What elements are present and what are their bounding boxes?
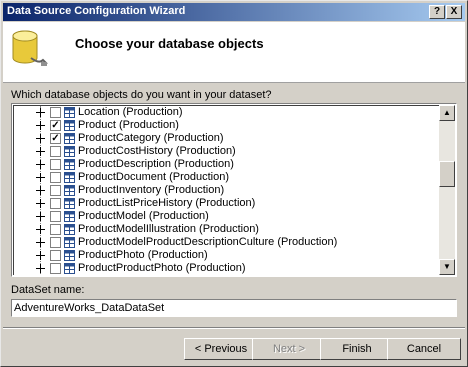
tree-row[interactable]: ProductInventory (Production): [14, 184, 440, 197]
table-icon: [64, 237, 75, 248]
tree-row[interactable]: ProductModelIllustration (Production): [14, 223, 440, 236]
row-checkbox[interactable]: [50, 185, 61, 196]
table-icon: [64, 107, 75, 118]
expand-icon[interactable]: [36, 134, 45, 143]
tree-row[interactable]: Location (Production): [14, 106, 440, 119]
window-title: Data Source Configuration Wizard: [7, 5, 186, 17]
next-button[interactable]: Next >: [252, 338, 326, 360]
objects-prompt: Which database objects do you want in yo…: [11, 89, 272, 101]
tree-item-label: ProductPhoto (Production): [78, 249, 208, 261]
tree-viewport: Location (Production) ✓ Product (Productio…: [13, 105, 440, 275]
help-button[interactable]: ?: [429, 5, 445, 19]
row-checkbox[interactable]: [50, 198, 61, 209]
database-objects-tree[interactable]: Location (Production) ✓ Product (Productio…: [11, 103, 457, 277]
tree-item-label: Location (Production): [78, 106, 183, 118]
table-icon: [64, 159, 75, 170]
expand-icon[interactable]: [36, 238, 45, 247]
expand-icon[interactable]: [36, 121, 45, 130]
expand-icon[interactable]: [36, 147, 45, 156]
table-icon: [64, 133, 75, 144]
tree-row[interactable]: ProductPhoto (Production): [14, 249, 440, 262]
row-checkbox[interactable]: [50, 250, 61, 261]
tree-item-label: Product (Production): [78, 119, 179, 131]
tree-row[interactable]: ✓ Product (Production): [14, 119, 440, 132]
table-icon: [64, 224, 75, 235]
tree-row[interactable]: ProductDescription (Production): [14, 158, 440, 171]
table-icon: [64, 198, 75, 209]
row-checkbox[interactable]: [50, 263, 61, 274]
expand-icon[interactable]: [36, 212, 45, 221]
tree-item-label: ProductModel (Production): [78, 210, 209, 222]
row-checkbox[interactable]: [50, 224, 61, 235]
tree-item-label: ProductListPriceHistory (Production): [78, 197, 256, 209]
wizard-window: Data Source Configuration Wizard ? X Cho…: [0, 0, 468, 367]
tree-row[interactable]: ProductProductPhoto (Production): [14, 262, 440, 275]
tree-item-label: ProductDocument (Production): [78, 171, 230, 183]
finish-button[interactable]: Finish: [320, 338, 394, 360]
page-heading: Choose your database objects: [75, 36, 264, 51]
dataset-name-input[interactable]: [11, 299, 457, 317]
tree-row[interactable]: ProductModel (Production): [14, 210, 440, 223]
table-icon: [64, 120, 75, 131]
tree-item-label: ProductCategory (Production): [78, 132, 224, 144]
tree-item-label: ProductCostHistory (Production): [78, 145, 236, 157]
table-icon: [64, 263, 75, 274]
tree-row[interactable]: ProductModelProductDescriptionCulture (P…: [14, 236, 440, 249]
expand-icon[interactable]: [36, 264, 45, 273]
expand-icon[interactable]: [36, 251, 45, 260]
row-checkbox[interactable]: [50, 237, 61, 248]
previous-button[interactable]: < Previous: [184, 338, 258, 360]
row-checkbox[interactable]: [50, 172, 61, 183]
wizard-header: Choose your database objects: [3, 22, 465, 83]
close-button[interactable]: X: [446, 5, 462, 19]
tree-item-label: ProductDescription (Production): [78, 158, 234, 170]
cancel-button[interactable]: Cancel: [387, 338, 461, 360]
dataset-name-label: DataSet name:: [11, 284, 85, 296]
table-icon: [64, 172, 75, 183]
footer-separator: [3, 327, 465, 329]
tree-row[interactable]: ProductListPriceHistory (Production): [14, 197, 440, 210]
database-icon: [12, 30, 48, 66]
row-checkbox[interactable]: [50, 146, 61, 157]
row-checkbox[interactable]: ✓: [50, 133, 61, 144]
row-checkbox[interactable]: ✓: [50, 120, 61, 131]
expand-icon[interactable]: [36, 186, 45, 195]
row-checkbox[interactable]: [50, 107, 61, 118]
tree-item-label: ProductModelProductDescriptionCulture (P…: [78, 236, 338, 248]
expand-icon[interactable]: [36, 173, 45, 182]
tree-row[interactable]: ProductCostHistory (Production): [14, 145, 440, 158]
tree-row[interactable]: ProductDocument (Production): [14, 171, 440, 184]
tree-item-label: ProductInventory (Production): [78, 184, 225, 196]
expand-icon[interactable]: [36, 108, 45, 117]
expand-icon[interactable]: [36, 225, 45, 234]
row-checkbox[interactable]: [50, 211, 61, 222]
row-checkbox[interactable]: [50, 159, 61, 170]
scroll-down-button[interactable]: ▼: [439, 259, 455, 275]
tree-scrollbar[interactable]: ▲ ▼: [439, 105, 455, 275]
table-icon: [64, 250, 75, 261]
scroll-up-button[interactable]: ▲: [439, 105, 455, 121]
table-icon: [64, 185, 75, 196]
table-icon: [64, 146, 75, 157]
table-icon: [64, 211, 75, 222]
expand-icon[interactable]: [36, 199, 45, 208]
tree-row[interactable]: ✓ ProductCategory (Production): [14, 132, 440, 145]
title-bar[interactable]: Data Source Configuration Wizard ? X: [3, 3, 465, 21]
expand-icon[interactable]: [36, 160, 45, 169]
tree-item-label: ProductModelIllustration (Production): [78, 223, 259, 235]
tree-item-label: ProductProductPhoto (Production): [78, 262, 246, 274]
scroll-thumb[interactable]: [439, 161, 455, 187]
